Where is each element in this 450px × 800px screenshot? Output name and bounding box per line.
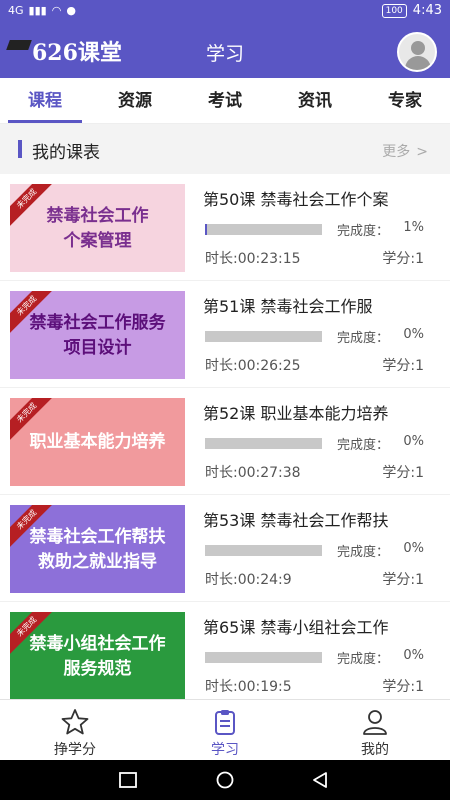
bottom-nav: 挣学分 学习 我的 — [0, 699, 450, 760]
progress-bar-fill — [205, 224, 207, 235]
course-credit: 学分:1 — [382, 358, 424, 374]
course-row[interactable]: 职业基本能力培养 未完成 第52课 职业基本能力培养 完成度： 0% 时长:00… — [0, 388, 450, 495]
tab-resources[interactable]: 资源 — [90, 78, 180, 123]
course-row[interactable]: 禁毒社会工作帮扶 救助之就业指导 未完成 第53课 禁毒社会工作帮扶 完成度： 0… — [0, 495, 450, 602]
course-title: 第53课 禁毒社会工作帮扶 — [203, 511, 389, 530]
section-accent-bar — [18, 140, 22, 158]
course-duration: 时长:00:23:15 — [205, 251, 301, 267]
progress-label: 完成度： — [337, 224, 390, 239]
signal-icon: ▮▮▮ — [28, 4, 47, 17]
course-duration: 时长:00:26:25 — [205, 358, 301, 374]
progress-value: 0% — [403, 648, 424, 663]
progress-label: 完成度： — [337, 438, 390, 453]
course-credit: 学分:1 — [382, 465, 424, 481]
battery-icon: 100 — [381, 3, 407, 18]
nav-earn-credits[interactable]: 挣学分 — [0, 700, 150, 760]
thumbnail-text: 禁毒社会工作服务 项目设计 — [29, 313, 166, 358]
course-title: 第52课 职业基本能力培养 — [203, 404, 389, 423]
back-button-icon[interactable] — [310, 771, 330, 789]
home-button-icon[interactable] — [214, 771, 236, 789]
chevron-right-icon: > — [416, 144, 428, 160]
nav-label: 我的 — [361, 742, 389, 758]
star-icon — [61, 709, 89, 735]
clipboard-icon — [215, 710, 235, 735]
status-time: 4:43 — [412, 3, 442, 18]
page-title: 学习 — [205, 43, 244, 65]
course-thumbnail: 职业基本能力培养 未完成 — [10, 398, 185, 486]
course-row[interactable]: 禁毒社会工作服务 项目设计 未完成 第51课 禁毒社会工作服 完成度： 0% 时长… — [0, 281, 450, 388]
course-thumbnail: 禁毒小组社会工作 服务规范 未完成 — [10, 612, 185, 699]
thumbnail-text: 禁毒社会工作 个案管理 — [46, 206, 149, 251]
progress-value: 1% — [403, 220, 424, 235]
course-credit: 学分:1 — [382, 679, 424, 695]
avatar-head — [411, 41, 425, 55]
category-tabs: 课程 资源 考试 资讯 专家 — [0, 78, 450, 124]
tab-news[interactable]: 资讯 — [270, 78, 360, 123]
tab-courses[interactable]: 课程 — [0, 78, 90, 123]
course-duration: 时长:00:27:38 — [205, 465, 301, 481]
more-label: 更多 — [382, 144, 411, 160]
course-title: 第51课 禁毒社会工作服 — [203, 297, 373, 316]
course-title: 第65课 禁毒小组社会工作 — [203, 618, 389, 637]
system-nav-bar — [0, 760, 450, 800]
thumbnail-text: 职业基本能力培养 — [29, 432, 166, 452]
section-title: 我的课表 — [32, 143, 100, 163]
section-header: 我的课表 更多 > — [0, 124, 450, 174]
status-bar: 4G ▮▮▮ ◠ ● 100 4:43 — [0, 0, 450, 24]
course-row[interactable]: 禁毒社会工作 个案管理 未完成 第50课 禁毒社会工作个案 完成度： 1% 时长:… — [0, 174, 450, 281]
course-credit: 学分:1 — [382, 572, 424, 588]
course-credit: 学分:1 — [382, 251, 424, 267]
nav-label: 学习 — [211, 742, 239, 758]
progress-value: 0% — [403, 434, 424, 449]
person-icon — [363, 710, 387, 735]
progress-bar — [205, 545, 322, 556]
tab-exams[interactable]: 考试 — [180, 78, 270, 123]
progress-bar — [205, 652, 322, 663]
course-title: 第50课 禁毒社会工作个案 — [203, 190, 389, 209]
progress-label: 完成度： — [337, 331, 390, 346]
nav-study[interactable]: 学习 — [150, 700, 300, 760]
signal-indicators: 4G ▮▮▮ ◠ ● — [8, 4, 76, 17]
progress-label: 完成度： — [337, 652, 390, 667]
message-icon: ● — [66, 4, 76, 17]
progress-value: 0% — [403, 541, 424, 556]
nav-profile[interactable]: 我的 — [300, 700, 450, 760]
course-duration: 时长:00:24:9 — [205, 572, 292, 588]
more-link[interactable]: 更多 > — [382, 141, 428, 161]
avatar-body — [405, 56, 431, 70]
progress-bar — [205, 224, 322, 235]
thumbnail-text: 禁毒小组社会工作 服务规范 — [29, 634, 166, 679]
app-header: 626课堂 学习 — [0, 24, 450, 78]
progress-bar — [205, 438, 322, 449]
signal-label: 4G — [8, 4, 24, 17]
progress-value: 0% — [403, 327, 424, 342]
course-thumbnail: 禁毒社会工作帮扶 救助之就业指导 未完成 — [10, 505, 185, 593]
course-list: 禁毒社会工作 个案管理 未完成 第50课 禁毒社会工作个案 完成度： 1% 时长:… — [0, 174, 450, 699]
course-thumbnail: 禁毒社会工作 个案管理 未完成 — [10, 184, 185, 272]
course-duration: 时长:00:19:5 — [205, 679, 292, 695]
nav-label: 挣学分 — [54, 742, 96, 758]
course-row[interactable]: 禁毒小组社会工作 服务规范 未完成 第65课 禁毒小组社会工作 完成度： 0% 时… — [0, 602, 450, 699]
progress-bar — [205, 331, 322, 342]
progress-label: 完成度： — [337, 545, 390, 560]
course-thumbnail: 禁毒社会工作服务 项目设计 未完成 — [10, 291, 185, 379]
avatar[interactable] — [397, 32, 437, 72]
tab-experts[interactable]: 专家 — [360, 78, 450, 123]
wifi-icon: ◠ — [51, 4, 62, 17]
thumbnail-text: 禁毒社会工作帮扶 救助之就业指导 — [29, 527, 166, 572]
recents-button-icon[interactable] — [118, 771, 138, 789]
